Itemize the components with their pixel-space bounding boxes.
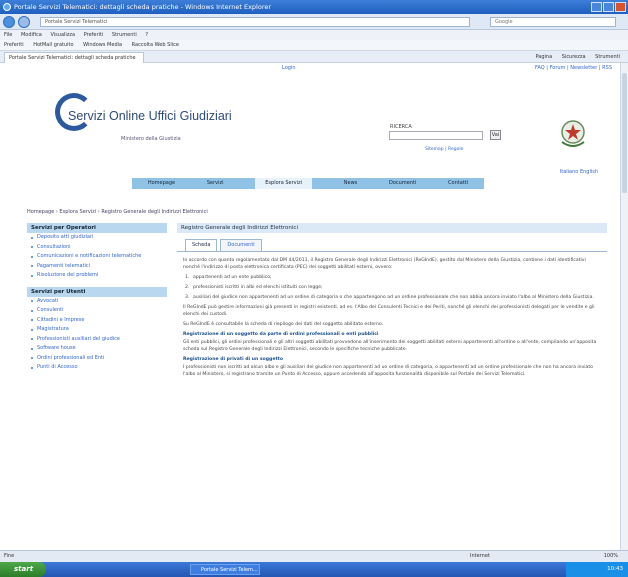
sidebar-item[interactable]: Professionisti ausiliari del giudice (27, 335, 167, 345)
close-button[interactable] (615, 2, 626, 12)
window-titlebar: Portale Servizi Telematici: dettagli sch… (0, 0, 628, 14)
browser-search-input[interactable]: Google (490, 17, 616, 27)
nav-esplora-servizi[interactable]: Esplora Servizi (255, 178, 313, 189)
favorites-button[interactable]: Preferiti (4, 42, 24, 48)
list-item: 1. appartenenti ad un ente pubblico; (185, 275, 272, 280)
nav-news[interactable]: News (344, 178, 358, 189)
window-title: Portale Servizi Telematici: dettagli sch… (14, 3, 272, 11)
sidebar-item[interactable]: Consulenti (27, 306, 167, 316)
language-links[interactable]: Italiano English (560, 169, 598, 175)
search-links[interactable]: Sitemap | Regole (425, 147, 463, 152)
nav-contatti[interactable]: Contatti (448, 178, 468, 189)
sidebar-item[interactable]: Ordini professionali ed Enti (27, 354, 167, 364)
menu-strumenti[interactable]: Strumenti (112, 32, 137, 38)
menu-help[interactable]: ? (145, 32, 148, 38)
browser-tab[interactable]: Portale Servizi Telematici: dettagli sch… (4, 52, 144, 63)
menu-bar: File Modifica Visualizza Preferiti Strum… (0, 30, 628, 40)
content-paragraph: In accordo con quanto regolamentato dal … (183, 258, 586, 270)
content-title: Registro Generale degli Indirizzi Elettr… (177, 223, 607, 233)
ie-icon (3, 3, 11, 11)
nav-servizi[interactable]: Servizi (207, 178, 224, 189)
command-bar: Pagina Sicurezza Strumenti (528, 52, 621, 62)
nav-documenti[interactable]: Documenti (389, 178, 416, 189)
scrollbar-thumb[interactable] (622, 73, 627, 193)
security-zone: Internet (470, 553, 490, 559)
sidebar-item[interactable]: Avvocati (27, 297, 167, 307)
main-content: Registro Generale degli Indirizzi Elettr… (177, 223, 607, 386)
content-body: In accordo con quanto regolamentato dal … (177, 251, 607, 386)
site-title[interactable]: Servizi Online Uffici Giudiziari (68, 109, 232, 123)
tab-documenti[interactable]: Documenti (220, 239, 262, 251)
sidebar-item[interactable]: Deposito atti giudiziari (27, 233, 167, 243)
vertical-scrollbar[interactable] (620, 63, 628, 550)
windows-taskbar: start Portale Servizi Telem... 10:43 (0, 562, 628, 577)
tab-scheda[interactable]: Scheda (185, 239, 218, 251)
section-heading: Registrazione di un soggetto da parte di… (183, 332, 379, 337)
favorites-bar: Preferiti HotMail gratuito Windows Media… (0, 40, 628, 51)
sidebar-item[interactable]: Comunicazioni e notificazioni telematich… (27, 252, 167, 262)
login-link[interactable]: Login (282, 63, 296, 73)
sidebar: Servizi per Operatori Deposito atti giud… (27, 223, 167, 373)
search-button[interactable]: Vai (490, 130, 501, 140)
browser-tab-bar: Portale Servizi Telematici: dettagli sch… (0, 51, 628, 63)
menu-preferiti[interactable]: Preferiti (84, 32, 104, 38)
back-icon[interactable] (3, 16, 15, 28)
favorite-item[interactable]: Raccolta Web Slice (132, 42, 179, 48)
sidebar-item[interactable]: Punti di Accesso (27, 363, 167, 373)
maximize-button[interactable] (603, 2, 614, 12)
sidebar-item[interactable]: Magistratura (27, 325, 167, 335)
start-button[interactable]: start (0, 562, 46, 577)
favorite-item[interactable]: HotMail gratuito (33, 42, 73, 48)
command-strumenti[interactable]: Strumenti (595, 54, 620, 60)
sidebar-item[interactable]: Risoluzione dei problemi (27, 271, 167, 281)
command-sicurezza[interactable]: Sicurezza (562, 54, 586, 60)
address-field[interactable]: Portale Servizi Telematici (40, 17, 470, 27)
taskbar-task[interactable]: Portale Servizi Telem... (190, 564, 260, 575)
sidebar-item[interactable]: Consultazioni (27, 243, 167, 253)
sidebar-section-title: Servizi per Utenti (27, 286, 167, 297)
italian-emblem-icon (561, 120, 585, 147)
main-navigation: Homepage Servizi Esplora Servizi News Do… (132, 178, 484, 189)
nav-homepage[interactable]: Homepage (148, 178, 175, 189)
top-links: Login FAQ | Forum | Newsletter | RSS (0, 63, 620, 73)
section-text: Gli enti pubblici, gli ordini profession… (183, 340, 597, 352)
list-item: 3. ausiliari del giudice non appartenenti… (185, 295, 594, 300)
menu-modifica[interactable]: Modifica (21, 32, 42, 38)
section-heading: Registrazione di privati di un soggetto (183, 357, 283, 362)
command-pagina[interactable]: Pagina (536, 54, 553, 60)
site-search-input[interactable] (389, 131, 483, 140)
status-bar: Fine Internet 100% (0, 550, 628, 562)
breadcrumb[interactable]: Homepage › Esplora Servizi › Registro Ge… (27, 209, 208, 215)
utility-links[interactable]: FAQ | Forum | Newsletter | RSS (535, 63, 612, 73)
content-paragraph: Il ReGIndE può gestire informazioni già … (183, 305, 595, 317)
sidebar-item[interactable]: Cittadini e Imprese (27, 316, 167, 326)
zoom-level[interactable]: 100% (604, 551, 618, 562)
address-toolbar: Portale Servizi Telematici Google (0, 14, 628, 30)
minimize-button[interactable] (591, 2, 602, 12)
favorite-item[interactable]: Windows Media (83, 42, 122, 48)
menu-visualizza[interactable]: Visualizza (50, 32, 75, 38)
web-page: Login FAQ | Forum | Newsletter | RSS Ser… (0, 63, 620, 550)
forward-icon[interactable] (18, 16, 30, 28)
list-item: 2. professionisti iscritti in albi ed ele… (185, 285, 323, 290)
sidebar-item[interactable]: Pagamenti telematici (27, 262, 167, 272)
status-text: Fine (4, 553, 15, 559)
search-label: RICERCA (390, 124, 412, 130)
section-text: I professionisti non iscritti ad alcun a… (183, 365, 593, 377)
sidebar-section-title: Servizi per Operatori (27, 223, 167, 233)
menu-file[interactable]: File (4, 32, 12, 38)
system-tray-clock: 10:43 (566, 562, 628, 577)
site-subtitle: Ministero della Giustizia (121, 136, 181, 142)
content-tabs: Scheda Documenti (177, 239, 607, 251)
content-paragraph: Su ReGIndE è consultabile la scheda di r… (183, 322, 384, 327)
sidebar-item[interactable]: Software house (27, 344, 167, 354)
